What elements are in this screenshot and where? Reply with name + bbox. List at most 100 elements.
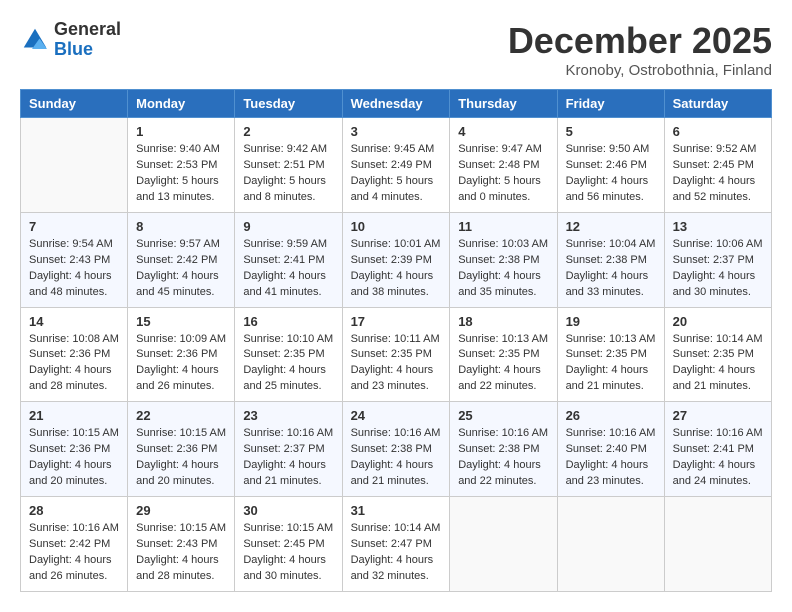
day-info: Sunrise: 10:14 AM Sunset: 2:47 PM Daylig… — [351, 521, 442, 585]
calendar-cell: 2Sunrise: 9:42 AM Sunset: 2:51 PM Daylig… — [235, 118, 342, 213]
day-number: 23 — [243, 408, 333, 423]
logo-general-text: General — [54, 20, 121, 40]
day-info: Sunrise: 10:15 AM Sunset: 2:43 PM Daylig… — [136, 521, 226, 585]
day-info: Sunrise: 10:13 AM Sunset: 2:35 PM Daylig… — [458, 332, 548, 396]
day-info: Sunrise: 10:16 AM Sunset: 2:38 PM Daylig… — [351, 426, 442, 490]
calendar-cell — [21, 118, 128, 213]
day-number: 14 — [29, 314, 119, 329]
day-number: 1 — [136, 124, 226, 139]
calendar-cell: 16Sunrise: 10:10 AM Sunset: 2:35 PM Dayl… — [235, 307, 342, 402]
day-info: Sunrise: 10:16 AM Sunset: 2:42 PM Daylig… — [29, 521, 119, 585]
day-info: Sunrise: 10:15 AM Sunset: 2:36 PM Daylig… — [29, 426, 119, 490]
calendar-cell: 28 Sunrise: 10:16 AM Sunset: 2:42 PM Dayl… — [21, 497, 128, 592]
day-number: 20 — [673, 314, 763, 329]
calendar-cell — [664, 497, 771, 592]
day-number: 28 — [29, 503, 119, 518]
calendar-cell: 9 Sunrise: 9:59 AM Sunset: 2:41 PM Daylig… — [235, 212, 342, 307]
calendar-cell: 25Sunrise: 10:16 AM Sunset: 2:38 PM Dayl… — [450, 402, 557, 497]
weekday-header: Friday — [557, 90, 664, 118]
day-info: Sunrise: 10:08 AM Sunset: 2:36 PM Daylig… — [29, 332, 119, 396]
day-info: Sunrise: 9:40 AM Sunset: 2:53 PM Dayligh… — [136, 142, 226, 206]
day-info: Sunrise: 10:11 AM Sunset: 2:35 PM Daylig… — [351, 332, 442, 396]
calendar-cell: 19 Sunrise: 10:13 AM Sunset: 2:35 PM Dayl… — [557, 307, 664, 402]
day-number: 5 — [566, 124, 656, 139]
logo-text: General Blue — [54, 20, 121, 60]
calendar-cell: 6 Sunrise: 9:52 AM Sunset: 2:45 PM Daylig… — [664, 118, 771, 213]
calendar-table: SundayMondayTuesdayWednesdayThursdayFrid… — [20, 89, 772, 592]
calendar-cell: 3 Sunrise: 9:45 AM Sunset: 2:49 PM Daylig… — [342, 118, 450, 213]
day-info: Sunrise: 10:03 AM Sunset: 2:38 PM Daylig… — [458, 237, 548, 301]
calendar-cell: 11Sunrise: 10:03 AM Sunset: 2:38 PM Dayl… — [450, 212, 557, 307]
day-info: Sunrise: 9:45 AM Sunset: 2:49 PM Dayligh… — [351, 142, 442, 206]
calendar-cell — [557, 497, 664, 592]
day-info: Sunrise: 9:50 AM Sunset: 2:46 PM Dayligh… — [566, 142, 656, 206]
day-number: 15 — [136, 314, 226, 329]
month-title: December 2025 — [508, 20, 772, 62]
calendar-cell: 29 Sunrise: 10:15 AM Sunset: 2:43 PM Dayl… — [128, 497, 235, 592]
day-number: 31 — [351, 503, 442, 518]
calendar-cell — [450, 497, 557, 592]
day-number: 27 — [673, 408, 763, 423]
day-number: 26 — [566, 408, 656, 423]
day-info: Sunrise: 9:54 AM Sunset: 2:43 PM Dayligh… — [29, 237, 119, 301]
calendar-cell: 23 Sunrise: 10:16 AM Sunset: 2:37 PM Dayl… — [235, 402, 342, 497]
weekday-header: Monday — [128, 90, 235, 118]
calendar-cell: 31 Sunrise: 10:14 AM Sunset: 2:47 PM Dayl… — [342, 497, 450, 592]
day-info: Sunrise: 9:47 AM Sunset: 2:48 PM Dayligh… — [458, 142, 548, 206]
day-info: Sunrise: 10:15 AM Sunset: 2:36 PM Daylig… — [136, 426, 226, 490]
calendar-week-row: 28 Sunrise: 10:16 AM Sunset: 2:42 PM Dayl… — [21, 497, 772, 592]
calendar-cell: 20Sunrise: 10:14 AM Sunset: 2:35 PM Dayl… — [664, 307, 771, 402]
day-number: 17 — [351, 314, 442, 329]
day-number: 7 — [29, 219, 119, 234]
calendar-cell: 14 Sunrise: 10:08 AM Sunset: 2:36 PM Dayl… — [21, 307, 128, 402]
day-info: Sunrise: 10:06 AM Sunset: 2:37 PM Daylig… — [673, 237, 763, 301]
calendar-cell: 5 Sunrise: 9:50 AM Sunset: 2:46 PM Daylig… — [557, 118, 664, 213]
calendar-cell: 1 Sunrise: 9:40 AM Sunset: 2:53 PM Daylig… — [128, 118, 235, 213]
calendar-cell: 15 Sunrise: 10:09 AM Sunset: 2:36 PM Dayl… — [128, 307, 235, 402]
day-number: 3 — [351, 124, 442, 139]
day-info: Sunrise: 10:16 AM Sunset: 2:41 PM Daylig… — [673, 426, 763, 490]
day-number: 12 — [566, 219, 656, 234]
day-number: 9 — [243, 219, 333, 234]
calendar-cell: 27 Sunrise: 10:16 AM Sunset: 2:41 PM Dayl… — [664, 402, 771, 497]
day-number: 8 — [136, 219, 226, 234]
calendar-week-row: 14 Sunrise: 10:08 AM Sunset: 2:36 PM Dayl… — [21, 307, 772, 402]
day-info: Sunrise: 10:16 AM Sunset: 2:40 PM Daylig… — [566, 426, 656, 490]
calendar-cell: 12Sunrise: 10:04 AM Sunset: 2:38 PM Dayl… — [557, 212, 664, 307]
day-info: Sunrise: 9:52 AM Sunset: 2:45 PM Dayligh… — [673, 142, 763, 206]
location: Kronoby, Ostrobothnia, Finland — [508, 62, 772, 79]
day-info: Sunrise: 10:15 AM Sunset: 2:45 PM Daylig… — [243, 521, 333, 585]
day-info: Sunrise: 9:59 AM Sunset: 2:41 PM Dayligh… — [243, 237, 333, 301]
day-number: 24 — [351, 408, 442, 423]
logo-blue-text: Blue — [54, 40, 121, 60]
calendar-cell: 21 Sunrise: 10:15 AM Sunset: 2:36 PM Dayl… — [21, 402, 128, 497]
day-info: Sunrise: 10:13 AM Sunset: 2:35 PM Daylig… — [566, 332, 656, 396]
day-number: 30 — [243, 503, 333, 518]
day-number: 4 — [458, 124, 548, 139]
calendar-cell: 8Sunrise: 9:57 AM Sunset: 2:42 PM Daylig… — [128, 212, 235, 307]
calendar-cell: 17 Sunrise: 10:11 AM Sunset: 2:35 PM Dayl… — [342, 307, 450, 402]
day-info: Sunrise: 10:16 AM Sunset: 2:37 PM Daylig… — [243, 426, 333, 490]
day-number: 13 — [673, 219, 763, 234]
calendar-cell: 10Sunrise: 10:01 AM Sunset: 2:39 PM Dayl… — [342, 212, 450, 307]
weekday-header: Saturday — [664, 90, 771, 118]
day-number: 21 — [29, 408, 119, 423]
day-number: 10 — [351, 219, 442, 234]
day-number: 16 — [243, 314, 333, 329]
day-number: 19 — [566, 314, 656, 329]
day-number: 25 — [458, 408, 548, 423]
calendar-header-row: SundayMondayTuesdayWednesdayThursdayFrid… — [21, 90, 772, 118]
weekday-header: Tuesday — [235, 90, 342, 118]
weekday-header: Thursday — [450, 90, 557, 118]
day-info: Sunrise: 10:09 AM Sunset: 2:36 PM Daylig… — [136, 332, 226, 396]
calendar-week-row: 7 Sunrise: 9:54 AM Sunset: 2:43 PM Daylig… — [21, 212, 772, 307]
day-info: Sunrise: 9:42 AM Sunset: 2:51 PM Dayligh… — [243, 142, 333, 206]
calendar-cell: 4 Sunrise: 9:47 AM Sunset: 2:48 PM Daylig… — [450, 118, 557, 213]
calendar-cell: 22Sunrise: 10:15 AM Sunset: 2:36 PM Dayl… — [128, 402, 235, 497]
day-number: 29 — [136, 503, 226, 518]
day-number: 18 — [458, 314, 548, 329]
page-header: General Blue December 2025 Kronoby, Ostr… — [20, 20, 772, 79]
logo-icon — [20, 25, 50, 55]
day-number: 6 — [673, 124, 763, 139]
calendar-cell: 13 Sunrise: 10:06 AM Sunset: 2:37 PM Dayl… — [664, 212, 771, 307]
